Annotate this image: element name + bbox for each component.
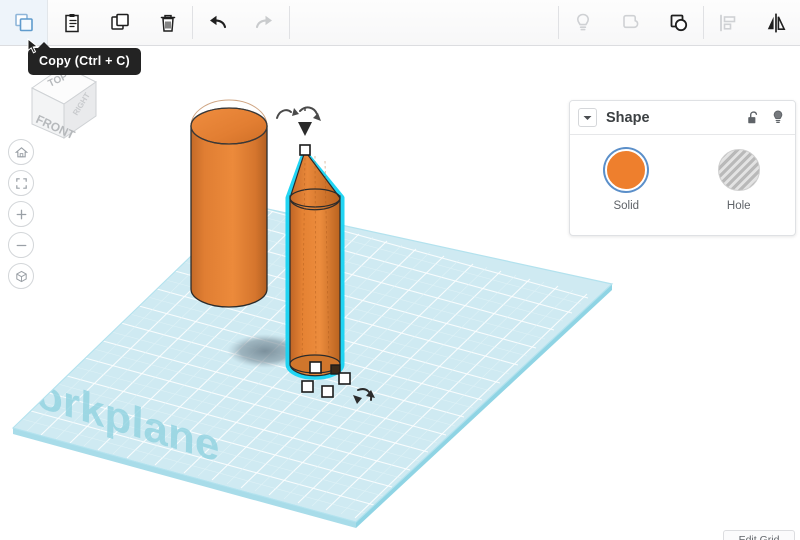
fit-view-button[interactable] (8, 170, 34, 196)
ungroup-button[interactable] (655, 0, 703, 45)
edit-grid-button[interactable]: Edit Grid (723, 530, 795, 540)
redo-button (241, 0, 289, 45)
home-icon (14, 146, 28, 157)
mirror-button[interactable] (752, 0, 800, 45)
chevron-down-icon (583, 115, 592, 120)
scale-handle-center[interactable] (309, 361, 322, 374)
rotate-handles-top[interactable] (276, 106, 321, 136)
visibility-button[interactable] (771, 109, 785, 126)
rotate-arrow-icon (276, 109, 292, 119)
lightbulb-button (559, 0, 607, 45)
align-button (704, 0, 752, 45)
delete-button[interactable] (144, 0, 192, 45)
duplicate-icon (111, 13, 129, 30)
paste-button[interactable] (48, 0, 96, 45)
solid-swatch[interactable] (605, 149, 648, 191)
zoom-in-button[interactable] (8, 201, 34, 227)
rocket-shape[interactable] (285, 149, 345, 380)
lock-button[interactable] (746, 110, 761, 126)
ungroup-shapes-icon (670, 14, 688, 31)
shape-options: Solid Hole (570, 135, 795, 212)
lightbulb-icon (576, 13, 590, 30)
shape-collapse-button[interactable] (578, 108, 597, 127)
cube-perspective-icon (15, 270, 27, 282)
home-view-button[interactable] (8, 139, 34, 165)
mouse-cursor (27, 38, 39, 54)
hole-swatch[interactable] (717, 149, 760, 191)
plus-icon (16, 209, 26, 219)
minus-icon (16, 244, 26, 246)
duplicate-button[interactable] (96, 0, 144, 45)
scale-handle-top[interactable] (299, 144, 311, 156)
shape-option-solid[interactable]: Solid (570, 149, 683, 212)
solid-label: Solid (613, 200, 640, 212)
unlocked-padlock-icon (748, 110, 758, 123)
height-arrow-icon[interactable] (298, 122, 312, 136)
trash-icon (160, 14, 176, 32)
undo-button[interactable] (193, 0, 241, 45)
redo-arrow-icon (255, 15, 272, 28)
align-icon (720, 14, 736, 31)
navigation-controls (4, 134, 38, 294)
fit-all-icon (15, 177, 27, 189)
shape-panel-title: Shape (606, 109, 650, 126)
scale-handle-front[interactable] (321, 385, 334, 398)
top-toolbar (0, 0, 800, 46)
group-shapes-icon (623, 14, 639, 28)
cylinder-shape[interactable] (190, 99, 268, 308)
copy-button[interactable] (0, 0, 48, 45)
hole-label: Hole (726, 200, 751, 212)
copy-icon (14, 13, 33, 31)
3d-viewport[interactable]: Workplane TOP FRONT RIGHT Shape Solid Ho… (0, 46, 800, 540)
shape-option-hole[interactable]: Hole (683, 149, 796, 212)
shape-panel: Shape Solid Hole (569, 100, 796, 236)
shape-panel-header: Shape (570, 101, 795, 135)
scale-handle-right[interactable] (338, 372, 351, 385)
copy-tooltip: Copy (Ctrl + C) (28, 42, 141, 75)
mirror-flip-icon (767, 12, 786, 33)
undo-arrow-icon (210, 15, 227, 28)
scale-handle-front-left[interactable] (301, 380, 314, 393)
zoom-out-button[interactable] (8, 232, 34, 258)
tinkercad-editor: Copy (Ctrl + C) Workplane TOP FRONT RIGH… (0, 0, 800, 540)
group-button (607, 0, 655, 45)
lightbulb-icon (773, 110, 783, 124)
ortho-perspective-button[interactable] (8, 263, 34, 289)
paste-icon (65, 13, 79, 32)
